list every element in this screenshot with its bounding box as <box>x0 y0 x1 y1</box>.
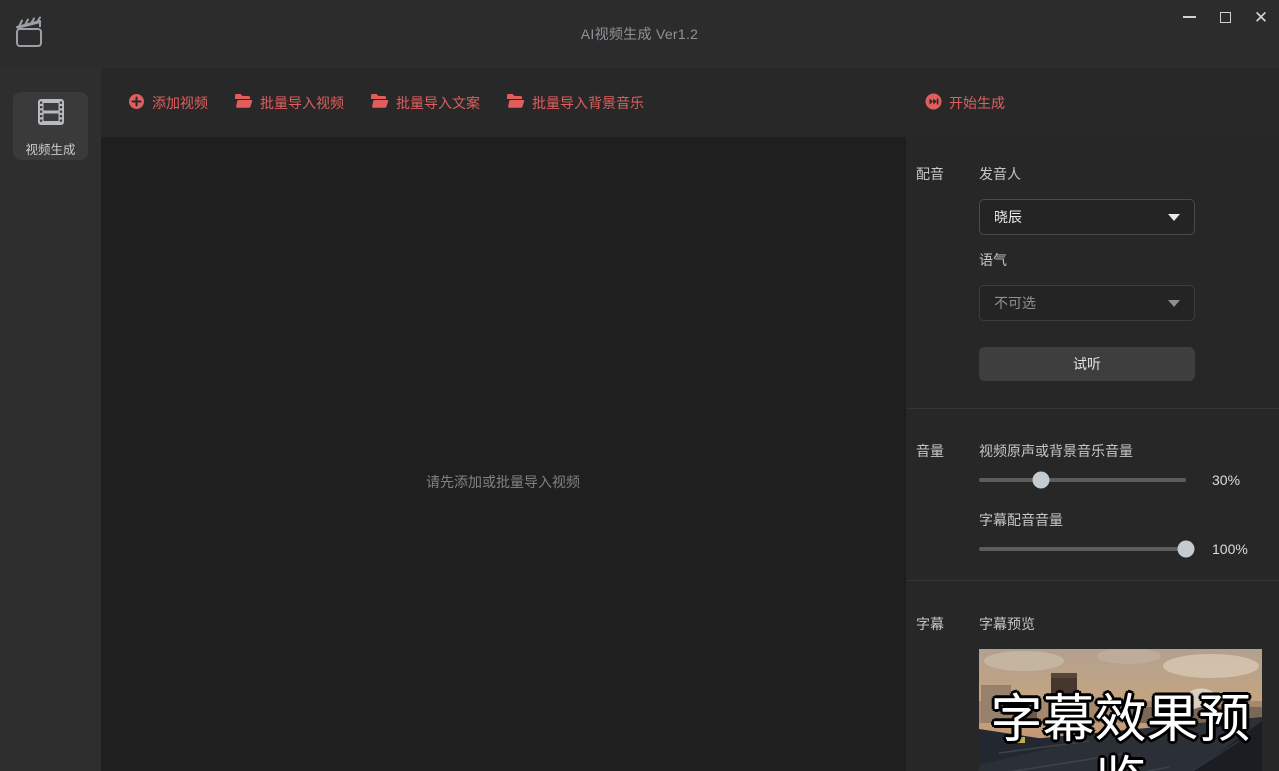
maximize-button[interactable] <box>1207 0 1243 34</box>
speaker-value: 晓辰 <box>994 207 1168 227</box>
toolbar-left-group: 添加视频 批量导入视频 批量导入文案 <box>101 93 905 113</box>
window-controls: ✕ <box>1171 0 1279 34</box>
voice-section-label: 配音 <box>916 164 979 381</box>
start-generate-label: 开始生成 <box>949 93 1005 113</box>
dub-volume-value: 100% <box>1212 541 1248 557</box>
tone-select[interactable]: 不可选 <box>979 285 1195 321</box>
batch-import-video-button[interactable]: 批量导入视频 <box>234 93 344 113</box>
batch-import-script-label: 批量导入文案 <box>396 93 480 113</box>
dub-volume-slider[interactable] <box>979 540 1186 558</box>
sidebar-item-video-generate[interactable]: 视频生成 <box>13 92 88 160</box>
tone-value: 不可选 <box>994 293 1168 313</box>
empty-hint-text: 请先添加或批量导入视频 <box>101 472 905 492</box>
video-list-area: 请先添加或批量导入视频 <box>101 137 905 771</box>
original-volume-value: 30% <box>1212 472 1240 488</box>
settings-panel: 配音 发音人 晓辰 语气 不可选 试听 音量 视频原声或背景音乐音量 <box>905 137 1279 771</box>
sidebar: 视频生成 <box>0 68 101 771</box>
speaker-label: 发音人 <box>979 164 1279 184</box>
chevron-down-icon <box>1168 214 1180 221</box>
batch-import-bgm-button[interactable]: 批量导入背景音乐 <box>506 93 644 113</box>
start-generate-button[interactable]: 开始生成 <box>925 93 1279 113</box>
subtitle-overlay-text: 字幕效果预览 <box>979 649 1262 771</box>
batch-import-bgm-label: 批量导入背景音乐 <box>532 93 644 113</box>
dub-volume-label: 字幕配音音量 <box>979 510 1279 530</box>
titlebar: AI视频生成 Ver1.2 ✕ <box>0 0 1279 68</box>
open-folder-icon <box>370 93 389 112</box>
original-volume-slider[interactable] <box>979 471 1186 489</box>
subtitle-preview-image: 字幕效果预览 <box>979 649 1262 771</box>
maximize-icon <box>1220 12 1231 23</box>
tone-label: 语气 <box>979 250 1279 270</box>
slider-thumb[interactable] <box>1178 541 1195 558</box>
add-video-button[interactable]: 添加视频 <box>128 93 208 113</box>
slider-track <box>979 547 1186 551</box>
slider-thumb[interactable] <box>1033 472 1050 489</box>
chevron-down-icon <box>1168 300 1180 307</box>
listen-preview-button[interactable]: 试听 <box>979 347 1195 381</box>
volume-section-label: 音量 <box>916 441 979 558</box>
minimize-icon <box>1183 16 1196 18</box>
batch-import-script-button[interactable]: 批量导入文案 <box>370 93 480 113</box>
open-folder-icon <box>506 93 525 112</box>
open-folder-icon <box>234 93 253 112</box>
volume-section: 音量 视频原声或背景音乐音量 30% 字幕配音音量 100% <box>906 409 1279 558</box>
subtitle-section-label: 字幕 <box>916 614 979 771</box>
sidebar-item-label: 视频生成 <box>25 139 75 158</box>
fast-forward-circle-icon <box>925 93 942 113</box>
batch-import-video-label: 批量导入视频 <box>260 93 344 113</box>
speaker-select[interactable]: 晓辰 <box>979 199 1195 235</box>
toolbar: 添加视频 批量导入视频 批量导入文案 <box>101 68 1279 137</box>
film-strip-icon <box>34 95 68 134</box>
subtitle-section: 字幕 字幕预览 <box>906 581 1279 771</box>
subtitle-preview-label: 字幕预览 <box>979 614 1279 634</box>
minimize-button[interactable] <box>1171 0 1207 34</box>
app-title: AI视频生成 Ver1.2 <box>0 24 1279 44</box>
close-button[interactable]: ✕ <box>1243 0 1279 34</box>
voice-section: 配音 发音人 晓辰 语气 不可选 试听 <box>906 137 1279 381</box>
add-video-label: 添加视频 <box>152 93 208 113</box>
slider-track <box>979 478 1186 482</box>
plus-circle-icon <box>128 93 145 113</box>
toolbar-right-group: 开始生成 <box>905 93 1279 113</box>
original-volume-label: 视频原声或背景音乐音量 <box>979 441 1279 461</box>
